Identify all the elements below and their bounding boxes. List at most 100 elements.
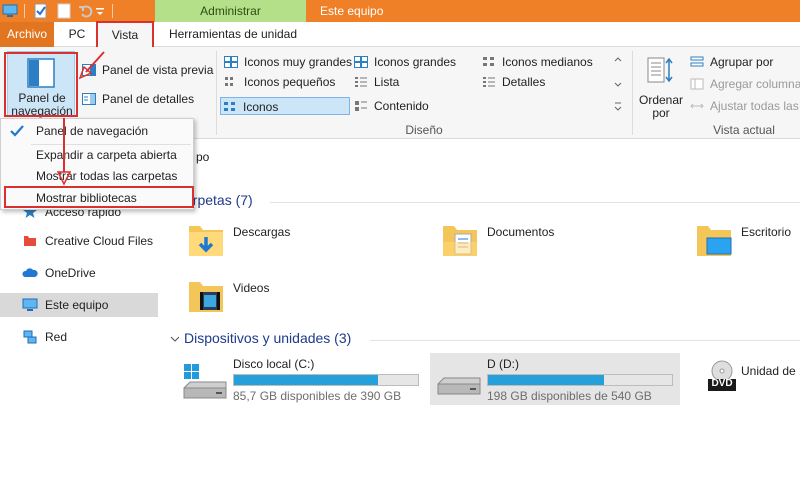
nav-label: OneDrive xyxy=(45,266,96,280)
ajustar-columnas-button[interactable]: Ajustar todas las c xyxy=(688,97,800,115)
folder-label-escritorio[interactable]: Escritorio xyxy=(741,225,791,239)
section-header-carpetas[interactable]: arpetas (7) xyxy=(185,192,253,208)
large-icons-icon xyxy=(354,56,368,68)
layout-detalles[interactable]: Detalles xyxy=(480,73,545,91)
panel-vista-previa-button[interactable]: Panel de vista previa xyxy=(80,61,213,79)
titlebar-divider xyxy=(112,4,113,18)
address-text: po xyxy=(196,150,210,164)
group-label-diseno: Diseño xyxy=(405,123,443,137)
windows-drive-icon[interactable] xyxy=(182,364,228,402)
agregar-columnas-button[interactable]: Agregar columnas xyxy=(688,75,800,93)
agrupar-por-button[interactable]: Agrupar por xyxy=(688,53,773,71)
panel-detalles-button[interactable]: Panel de detalles xyxy=(80,90,194,108)
layout-lista[interactable]: Lista xyxy=(352,73,399,91)
layout-iconos-grandes[interactable]: Iconos grandes xyxy=(352,53,456,71)
documents-folder-icon[interactable] xyxy=(440,220,480,260)
menu-item-mostrar-todas-carpetas[interactable]: Mostrar todas las carpetas xyxy=(3,166,191,186)
group-by-icon xyxy=(690,56,704,67)
drive-name-dvd[interactable]: Unidad de D xyxy=(741,364,800,378)
list-view-icon xyxy=(355,77,367,87)
dvd-badge-label: DVD xyxy=(711,378,733,389)
layout-gallery: Iconos muy grandes Iconos grandes Iconos… xyxy=(220,51,628,121)
menu-item-expandir-carpeta[interactable]: Expandir a carpeta abierta xyxy=(3,145,191,165)
folder-label-videos[interactable]: Videos xyxy=(233,281,269,295)
network-icon xyxy=(23,330,37,344)
drive-name-d[interactable]: D (D:) xyxy=(487,357,519,371)
ribbon-divider xyxy=(216,51,217,135)
nav-label: Creative Cloud Files xyxy=(45,234,154,248)
nav-item-onedrive[interactable]: OneDrive xyxy=(0,261,158,285)
add-columns-icon xyxy=(690,78,704,90)
details-pane-icon xyxy=(82,93,96,105)
navigation-pane-icon xyxy=(27,58,55,88)
tab-archivo[interactable]: Archivo xyxy=(0,22,54,47)
medium-icons-icon xyxy=(483,57,494,66)
quick-access-dropdown-icon[interactable] xyxy=(95,3,105,19)
nav-item-creative-cloud[interactable]: Creative Cloud Files xyxy=(0,229,158,253)
group-label-vista-actual: Vista actual xyxy=(713,123,775,137)
navigation-pane: Acceso rápido Creative Cloud Files OneDr… xyxy=(0,200,160,500)
ordenar-label-2: por xyxy=(652,106,670,120)
detalles-label: Detalles xyxy=(502,75,546,89)
nav-item-este-equipo[interactable]: Este equipo xyxy=(0,293,158,317)
drive-usage-bar-d xyxy=(487,374,673,386)
contenido-label: Contenido xyxy=(374,99,429,113)
extra-large-icons-icon xyxy=(224,56,238,68)
iconos-pequenos-label: Iconos pequeños xyxy=(244,75,336,89)
downloads-folder-icon[interactable] xyxy=(186,220,226,260)
section-header-dispositivos[interactable]: Dispositivos y unidades (3) xyxy=(184,330,351,346)
panel-vista-previa-label: Panel de vista previa xyxy=(102,63,214,77)
layout-iconos[interactable]: Iconos xyxy=(220,97,350,115)
agregar-columnas-label: Agregar columnas xyxy=(710,77,800,91)
tab-vista[interactable]: Vista xyxy=(97,22,153,47)
folder-label-documentos[interactable]: Documentos xyxy=(487,225,554,239)
panel-detalles-label: Panel de detalles xyxy=(102,92,195,106)
iconos-grandes-label: Iconos grandes xyxy=(374,55,457,69)
panel-navegacion-dropdown: Panel de navegación Expandir a carpeta a… xyxy=(0,118,194,210)
chevron-down-icon[interactable] xyxy=(170,334,180,344)
titlebar-divider xyxy=(24,4,25,18)
contextual-tab-administrar[interactable]: Administrar xyxy=(155,0,306,22)
hard-drive-icon[interactable] xyxy=(436,376,482,400)
nav-label: Este equipo xyxy=(45,298,109,312)
gallery-scroll-icon[interactable] xyxy=(612,53,624,115)
iconos-label: Iconos xyxy=(243,100,279,114)
creative-cloud-icon xyxy=(24,236,36,246)
drive-usage-bar-c xyxy=(233,374,419,386)
layout-iconos-muy-grandes[interactable]: Iconos muy grandes xyxy=(222,53,352,71)
folder-label-descargas[interactable]: Descargas xyxy=(233,225,290,239)
layout-iconos-medianos[interactable]: Iconos medianos xyxy=(480,53,593,71)
ordenar-por-button[interactable]: Ordenar por xyxy=(636,51,686,120)
menu-item-mostrar-bibliotecas[interactable]: Mostrar bibliotecas xyxy=(3,188,191,208)
content-view-icon xyxy=(355,101,367,111)
drive-usage-fill-c xyxy=(234,375,378,385)
layout-contenido[interactable]: Contenido xyxy=(352,97,429,115)
content-area: arpetas (7) Descargas Documentos Escrito… xyxy=(160,178,800,500)
details-view-icon xyxy=(483,77,495,87)
ribbon-tabs: Archivo PC Vista Herramientas de unidad xyxy=(0,22,800,47)
undo-icon[interactable] xyxy=(78,3,94,19)
panel-navegacion-label-2: navegación xyxy=(11,104,73,118)
small-icons-icon xyxy=(225,77,233,86)
menu-item-panel-navegacion[interactable]: Panel de navegación xyxy=(3,121,191,141)
properties-icon[interactable] xyxy=(33,3,49,19)
iconos-medianos-label: Iconos medianos xyxy=(502,55,593,69)
desktop-folder-icon[interactable] xyxy=(694,220,734,260)
iconos-muy-grandes-label: Iconos muy grandes xyxy=(244,55,353,69)
layout-iconos-pequenos[interactable]: Iconos pequeños xyxy=(222,73,335,91)
title-bar: Administrar Este equipo xyxy=(0,0,800,22)
drive-usage-fill-d xyxy=(488,375,604,385)
nav-item-red[interactable]: Red xyxy=(0,325,158,349)
new-folder-icon[interactable] xyxy=(56,3,72,19)
preview-pane-icon xyxy=(82,64,96,76)
videos-folder-icon[interactable] xyxy=(186,276,226,316)
tab-pc[interactable]: PC xyxy=(60,22,94,47)
drive-free-d: 198 GB disponibles de 540 GB xyxy=(487,389,652,403)
panel-navegacion-button[interactable]: Panel de navegación xyxy=(7,51,75,118)
tab-herramientas-de-unidad[interactable]: Herramientas de unidad xyxy=(158,22,308,47)
drive-name-c[interactable]: Disco local (C:) xyxy=(233,357,314,371)
window-title: Este equipo xyxy=(320,4,384,18)
sort-icon xyxy=(647,57,673,83)
computer-icon[interactable] xyxy=(2,3,18,19)
lista-label: Lista xyxy=(374,75,400,89)
